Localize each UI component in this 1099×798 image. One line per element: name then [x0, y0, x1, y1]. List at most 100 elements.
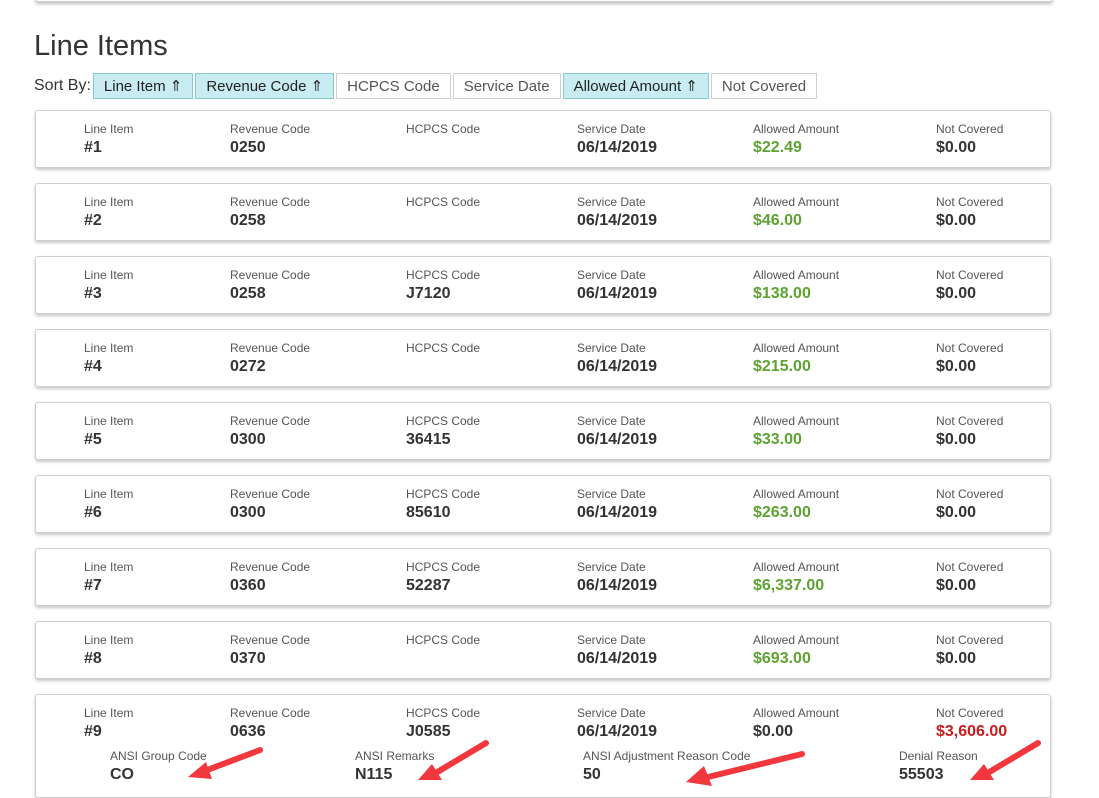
line-item-value: #1	[84, 139, 102, 156]
service-date-label: Service Date	[577, 341, 646, 355]
section-title: Line Items	[34, 30, 168, 62]
line-item-card[interactable]: Line Item #1 Revenue Code 0250 HCPCS Code Ser…	[35, 110, 1051, 168]
revenue-code-label: Revenue Code	[230, 195, 311, 209]
line-item-card[interactable]: Line Item #6 Revenue Code 0300 HCPCS Code 856…	[35, 475, 1051, 533]
service-date-field: Service Date 06/14/2019	[577, 341, 657, 377]
service-date-field: Service Date 06/14/2019	[577, 633, 657, 669]
not-covered-field: Not Covered $0.00	[936, 633, 1003, 669]
service-date-value: 06/14/2019	[577, 358, 658, 375]
revenue-code-field: Revenue Code 0272	[230, 341, 310, 377]
allowed-amount-label: Allowed Amount	[753, 633, 840, 647]
hcpcs-code-label: HCPCS Code	[406, 706, 481, 720]
revenue-code-field: Revenue Code 0370	[230, 633, 310, 669]
line-item-label: Line Item	[84, 560, 134, 574]
line-item-field: Line Item #3	[84, 268, 133, 304]
line-item-card[interactable]: Line Item #8 Revenue Code 0370 HCPCS Code Ser…	[35, 621, 1051, 679]
line-item-field: Line Item #8	[84, 633, 133, 669]
service-date-field: Service Date 06/14/2019	[577, 706, 657, 742]
hcpcs-code-field: HCPCS Code 36415	[406, 414, 480, 450]
line-item-card[interactable]: Line Item #9 Revenue Code 0636 HCPCS Code J05…	[35, 694, 1051, 798]
service-date-label: Service Date	[577, 706, 646, 720]
service-date-label: Service Date	[577, 195, 646, 209]
sort-bar: Sort By: Line Item ⇑ Revenue Code ⇑ HCPC…	[34, 72, 819, 100]
hcpcs-code-label: HCPCS Code	[406, 414, 481, 428]
revenue-code-value: 0300	[230, 431, 266, 448]
service-date-field: Service Date 06/14/2019	[577, 560, 657, 596]
hcpcs-code-field: HCPCS Code	[406, 341, 480, 357]
line-item-value: #6	[84, 504, 102, 521]
line-item-field: Line Item #1	[84, 122, 133, 158]
not-covered-value: $0.00	[936, 577, 977, 594]
service-date-label: Service Date	[577, 268, 646, 282]
allowed-amount-label: Allowed Amount	[753, 414, 840, 428]
service-date-label: Service Date	[577, 122, 646, 136]
service-date-value: 06/14/2019	[577, 504, 658, 521]
allowed-amount-field: Allowed Amount $6,337.00	[753, 560, 839, 596]
line-item-value: #2	[84, 212, 102, 229]
not-covered-value: $0.00	[936, 285, 977, 302]
revenue-code-field: Revenue Code 0258	[230, 268, 310, 304]
service-date-value: 06/14/2019	[577, 212, 658, 229]
hcpcs-code-value: 52287	[406, 577, 451, 594]
denial-reason-label: Denial Reason	[899, 749, 978, 763]
allowed-amount-field: Allowed Amount $263.00	[753, 487, 839, 523]
sort-line-item-button[interactable]: Line Item ⇑	[92, 73, 194, 99]
revenue-code-field: Revenue Code 0250	[230, 122, 310, 158]
not-covered-value: $0.00	[936, 212, 977, 229]
not-covered-field: Not Covered $0.00	[936, 341, 1003, 377]
sort-hcpcs-code-button[interactable]: HCPCS Code	[336, 73, 451, 99]
revenue-code-label: Revenue Code	[230, 633, 311, 647]
sort-not-covered-button[interactable]: Not Covered	[710, 73, 818, 99]
sort-service-date-button[interactable]: Service Date	[452, 73, 561, 99]
hcpcs-code-field: HCPCS Code 52287	[406, 560, 480, 596]
service-date-value: 06/14/2019	[577, 285, 658, 302]
hcpcs-code-field: HCPCS Code	[406, 122, 480, 138]
service-date-field: Service Date 06/14/2019	[577, 487, 657, 523]
line-item-field: Line Item #5	[84, 414, 133, 450]
revenue-code-value: 0360	[230, 577, 266, 594]
service-date-field: Service Date 06/14/2019	[577, 268, 657, 304]
line-item-card[interactable]: Line Item #2 Revenue Code 0258 HCPCS Code Ser…	[35, 183, 1051, 241]
allowed-amount-label: Allowed Amount	[753, 268, 840, 282]
allowed-amount-value: $22.49	[753, 139, 802, 156]
sort-allowed-amount-button[interactable]: Allowed Amount ⇑	[562, 73, 709, 99]
service-date-value: 06/14/2019	[577, 723, 658, 740]
allowed-amount-value: $693.00	[753, 650, 811, 667]
service-date-label: Service Date	[577, 414, 646, 428]
allowed-amount-value: $33.00	[753, 431, 802, 448]
hcpcs-code-label: HCPCS Code	[406, 560, 481, 574]
revenue-code-label: Revenue Code	[230, 487, 311, 501]
line-item-label: Line Item	[84, 341, 134, 355]
sort-revenue-code-button[interactable]: Revenue Code ⇑	[195, 73, 335, 99]
not-covered-value: $3,606.00	[936, 723, 1008, 740]
hcpcs-code-label: HCPCS Code	[406, 122, 481, 136]
allowed-amount-field: Allowed Amount $693.00	[753, 633, 839, 669]
hcpcs-code-label: HCPCS Code	[406, 195, 481, 209]
allowed-amount-value: $215.00	[753, 358, 811, 375]
ansi-remarks-value: N115	[355, 766, 393, 783]
not-covered-label: Not Covered	[936, 633, 1004, 647]
line-item-label: Line Item	[84, 487, 134, 501]
ansi-remarks-field: ANSI Remarks N115	[355, 749, 434, 785]
ansi-group-code-label: ANSI Group Code	[110, 749, 207, 763]
not-covered-label: Not Covered	[936, 122, 1004, 136]
denial-reason-value: 55503	[899, 766, 944, 783]
line-item-card[interactable]: Line Item #5 Revenue Code 0300 HCPCS Code 364…	[35, 402, 1051, 460]
hcpcs-code-value: 36415	[406, 431, 451, 448]
not-covered-label: Not Covered	[936, 414, 1004, 428]
line-item-card[interactable]: Line Item #3 Revenue Code 0258 HCPCS Code J71…	[35, 256, 1051, 314]
hcpcs-code-label: HCPCS Code	[406, 268, 481, 282]
service-date-label: Service Date	[577, 560, 646, 574]
hcpcs-code-label: HCPCS Code	[406, 341, 481, 355]
revenue-code-field: Revenue Code 0360	[230, 560, 310, 596]
line-item-card[interactable]: Line Item #7 Revenue Code 0360 HCPCS Code 522…	[35, 548, 1051, 606]
line-item-card[interactable]: Line Item #4 Revenue Code 0272 HCPCS Code Ser…	[35, 329, 1051, 387]
line-item-label: Line Item	[84, 633, 134, 647]
line-item-label: Line Item	[84, 706, 134, 720]
revenue-code-value: 0250	[230, 139, 266, 156]
service-date-label: Service Date	[577, 633, 646, 647]
revenue-code-value: 0300	[230, 504, 266, 521]
allowed-amount-field: Allowed Amount $33.00	[753, 414, 839, 450]
service-date-value: 06/14/2019	[577, 431, 658, 448]
allowed-amount-value: $6,337.00	[753, 577, 825, 594]
